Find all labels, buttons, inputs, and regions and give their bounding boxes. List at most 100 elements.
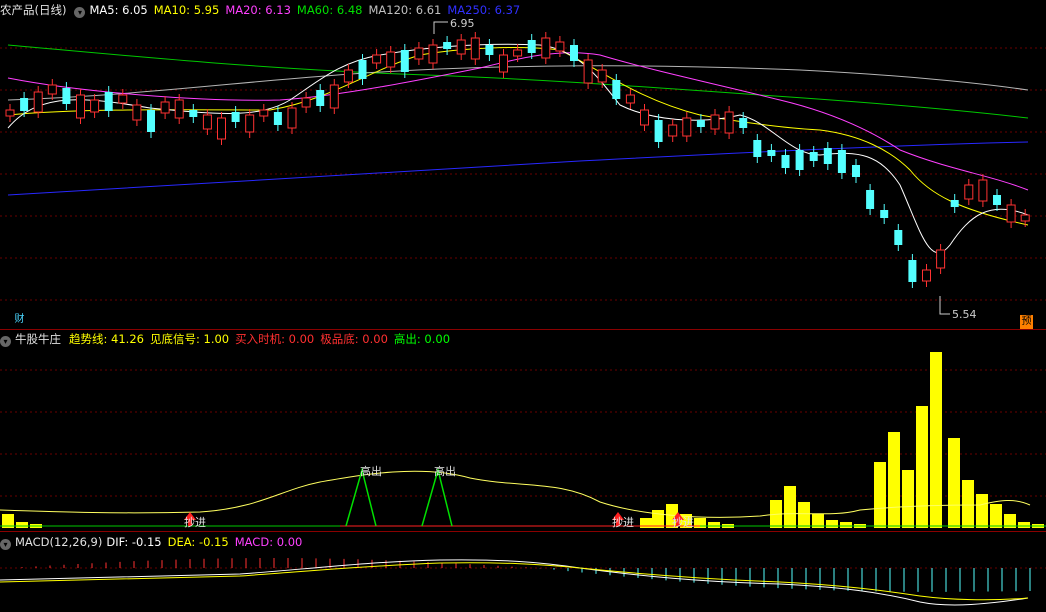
ma250-line (7, 141, 1029, 196)
signal-bar (976, 494, 988, 528)
candle-body (202, 114, 212, 130)
stock-chart-window: { "main_panel": { "title": "农产品(日线)", "i… (0, 0, 1046, 612)
signal-bar (990, 504, 1002, 528)
candle-body (76, 94, 85, 119)
signal-bar (948, 438, 960, 528)
high-marker: 6.95 (450, 17, 475, 30)
candle-body (358, 60, 367, 79)
signal-bar (1018, 522, 1030, 528)
candle-body (625, 94, 635, 104)
candle-body (950, 200, 959, 207)
candle-body (823, 148, 832, 164)
signal-bar (840, 522, 852, 528)
candle-body (993, 195, 1001, 205)
candle-body (682, 117, 692, 137)
signal-bar (888, 432, 900, 528)
candle-body (485, 45, 494, 55)
macd-chart[interactable] (0, 532, 1046, 612)
candle-body (132, 104, 142, 121)
candle-body (852, 165, 860, 177)
candle-body (174, 99, 184, 119)
candle-body (499, 54, 508, 73)
candle-body (880, 210, 889, 218)
candle-body (217, 117, 226, 140)
candle-body (104, 92, 113, 111)
candle-body (922, 269, 931, 282)
candle-body (343, 69, 353, 83)
candle-body (866, 190, 875, 209)
candle-body (908, 260, 917, 282)
candle-body (33, 91, 43, 113)
ma120-line (7, 65, 1029, 101)
signal-bar (902, 470, 914, 528)
candle-body (710, 114, 720, 130)
candle-body (978, 179, 988, 202)
candle-body (160, 101, 170, 114)
candle-body (20, 98, 29, 111)
candle-body (62, 88, 71, 104)
buy-label: 抄进 (612, 515, 634, 529)
buy-label: 抄进 (672, 515, 694, 529)
candle-body (513, 49, 523, 57)
signal-bar (916, 406, 928, 528)
candle-body (936, 249, 946, 269)
candle-body (372, 54, 382, 64)
finance-badge[interactable]: 财 (13, 313, 26, 327)
sell-signal-shape (345, 467, 377, 527)
candle-body (301, 97, 311, 108)
candle-body (47, 84, 57, 95)
candle-body (541, 37, 551, 59)
sell-label: 高出 (360, 464, 382, 478)
signal-bar (652, 510, 664, 528)
low-marker: 5.54 (952, 308, 977, 321)
candlestick-chart[interactable]: 6.95 5.54 (0, 0, 1046, 330)
candle-body (739, 118, 748, 128)
candle-body (612, 80, 621, 99)
candle-body (964, 184, 974, 200)
signal-bar (826, 520, 838, 528)
candle-body (597, 69, 607, 83)
forecast-badge[interactable]: 预 (1020, 315, 1033, 329)
candle-body (273, 112, 282, 125)
candle-body (428, 44, 438, 64)
signal-bar (962, 480, 974, 528)
candle-body (668, 124, 678, 137)
sell-signal-shape (421, 467, 453, 527)
signal-bar (874, 462, 886, 528)
candle-body (118, 94, 128, 104)
candle-body (147, 110, 155, 132)
candle-body (386, 51, 396, 68)
candle-body (781, 155, 790, 168)
candle-body (287, 107, 297, 129)
signal-chart[interactable]: 高出 高出 抄进 抄进 抄进 (0, 330, 1046, 530)
candle-body (259, 109, 269, 117)
signal-bar (798, 502, 810, 528)
ma5-line (7, 43, 1029, 253)
candle-body (90, 99, 100, 113)
candle-body (809, 152, 818, 161)
candle-body (724, 111, 734, 134)
candle-body (1020, 214, 1030, 222)
candle-body (329, 84, 339, 109)
candle-body (753, 140, 762, 157)
candle-body (795, 150, 804, 170)
signal-bar (784, 486, 796, 528)
dif-line (0, 559, 1029, 606)
candle-body (837, 150, 846, 173)
candle-body (527, 40, 536, 53)
dea-line (0, 562, 1029, 601)
buy-label: 抄进 (184, 515, 206, 529)
candle-body (654, 120, 663, 142)
candle-body (640, 109, 649, 126)
candle-body (189, 110, 198, 117)
sell-label: 高出 (434, 464, 456, 478)
candle-body (400, 50, 409, 72)
candle-body (245, 114, 255, 133)
candle-body (894, 230, 903, 245)
signal-bar (16, 522, 28, 528)
candle-body (555, 41, 565, 52)
ma20-line (7, 52, 1029, 191)
candle-body (570, 45, 578, 61)
candle-body (5, 109, 15, 117)
signal-bar (930, 352, 942, 528)
